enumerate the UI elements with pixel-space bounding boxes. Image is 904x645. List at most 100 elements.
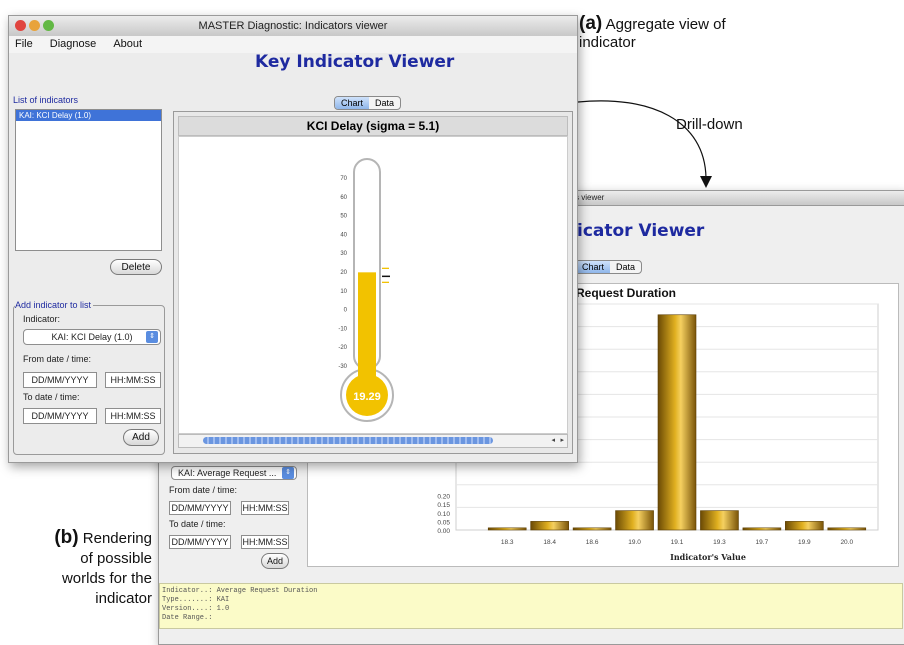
indicator-label: Indicator:: [23, 314, 61, 324]
add-button[interactable]: Add: [123, 429, 159, 446]
indicators-viewer-window: MASTER Diagnostic: Indicators viewer Fil…: [8, 15, 578, 463]
gauge-tick-label: 30: [340, 251, 347, 257]
info-line: Indicator..: Average Request Duration: [162, 587, 318, 595]
bar-chart-xlabel: Indicator's Value: [670, 552, 746, 562]
gauge-tick-label: 60: [340, 195, 347, 201]
bar: [487, 527, 527, 531]
y-tick-label: 0.00: [437, 528, 450, 535]
minimize-icon[interactable]: [29, 20, 40, 31]
tab-data[interactable]: Data: [369, 97, 400, 109]
from-label: From date / time:: [23, 354, 92, 364]
annotation-a-text-1: Aggregate view of: [605, 16, 726, 33]
annotation-a: (a) Aggregate view of indicator: [579, 13, 726, 52]
select-arrows-icon: ⇕: [282, 467, 294, 479]
annotation-b-text-4: indicator: [95, 590, 152, 607]
x-tick-label: 19.1: [671, 539, 684, 546]
y-tick-label: 0.10: [437, 511, 450, 518]
gauge-value-label: 19.29: [353, 391, 381, 403]
x-tick-label: 19.7: [756, 539, 769, 546]
list-title: List of indicators: [13, 95, 79, 105]
info-line: Type.......: KAI: [162, 596, 230, 604]
to-label: To date / time:: [23, 392, 80, 402]
menu-about[interactable]: About: [113, 38, 142, 50]
info-line: Version....: 1.0: [162, 605, 230, 613]
add-group-title: Add indicator to list: [15, 300, 94, 310]
close-icon[interactable]: [15, 20, 26, 31]
annotation-b: (b) Rendering of possible worlds for the…: [20, 528, 152, 609]
window-title: MASTER Diagnostic: Indicators viewer: [198, 20, 388, 32]
drilldown-add-button[interactable]: Add: [261, 553, 289, 569]
gauge-tick-label: -10: [338, 326, 347, 332]
bar: [572, 527, 612, 531]
scrollbar-thumb[interactable]: [203, 437, 493, 444]
info-line: Date Range.:: [162, 614, 213, 622]
x-tick-label: 19.9: [798, 539, 811, 546]
drilldown-from-date[interactable]: DD/MM/YYYY: [169, 501, 231, 515]
annotation-b-text-2: of possible: [80, 550, 152, 567]
view-tabs: Chart Data: [334, 96, 402, 110]
bar: [827, 527, 867, 531]
tab-chart[interactable]: Chart: [335, 97, 370, 109]
bar: [742, 527, 782, 531]
indicator-list[interactable]: KAI: KCI Delay (1.0): [15, 109, 162, 251]
drilldown-from-label: From date / time:: [169, 485, 238, 495]
from-time-input[interactable]: HH:MM:SS: [105, 372, 161, 388]
x-tick-label: 18.6: [586, 539, 599, 546]
drilldown-tabs: Chart Data: [575, 260, 643, 274]
drilldown-to-label: To date / time:: [169, 519, 226, 529]
drilldown-indicator-select[interactable]: KAI: Average Request ... ⇕: [171, 466, 297, 480]
chart-panel: KCI Delay (sigma = 5.1) 70 60 50 40 30 20 10 0 -…: [173, 111, 573, 454]
horizontal-scrollbar[interactable]: ◂ ▸: [178, 434, 568, 448]
bar: [785, 521, 824, 531]
annotation-a-text-2: indicator: [579, 34, 636, 51]
annotation-b-text-3: worlds for the: [61, 570, 152, 587]
chart-title-bar: KCI Delay (sigma = 5.1): [178, 116, 568, 136]
annotation-b-text-1: Rendering: [82, 530, 152, 547]
drilldown-tab-chart[interactable]: Chart: [576, 261, 611, 273]
bar: [657, 314, 697, 531]
x-tick-label: 18.4: [543, 539, 556, 546]
drilldown-tab-data[interactable]: Data: [610, 261, 641, 273]
indicator-select[interactable]: KAI: KCI Delay (1.0) ⇕: [23, 329, 161, 345]
thermometer-fill: [358, 272, 376, 387]
zoom-icon[interactable]: [43, 20, 54, 31]
drilldown-to-time[interactable]: HH:MM:SS: [241, 535, 289, 549]
bar: [530, 521, 569, 531]
gauge-tick-label: 70: [340, 176, 347, 182]
gauge-tick-label: 0: [344, 308, 348, 314]
scroll-left-arrow-icon[interactable]: ◂: [551, 435, 555, 446]
bar-chart-title: Request Duration: [576, 286, 676, 300]
x-tick-label: 20.0: [840, 539, 853, 546]
menubar: File Diagnose About: [9, 36, 577, 53]
indicator-select-value: KAI: KCI Delay (1.0): [51, 332, 133, 342]
y-tick-label: 0.20: [437, 494, 450, 501]
select-arrows-icon: ⇕: [146, 331, 158, 343]
drilldown-heading: icator Viewer: [577, 221, 705, 241]
bar: [700, 510, 739, 531]
gauge-tick-label: 40: [340, 232, 347, 238]
chart-title: KCI Delay (sigma = 5.1): [306, 119, 440, 133]
drilldown-to-date[interactable]: DD/MM/YYYY: [169, 535, 231, 549]
drilldown-indicator-value: KAI: Average Request ...: [178, 468, 277, 478]
to-time-input[interactable]: HH:MM:SS: [105, 408, 161, 424]
x-tick-label: 18.3: [501, 539, 514, 546]
scroll-right-arrow-icon[interactable]: ▸: [560, 435, 564, 446]
y-tick-label: 0.15: [437, 502, 450, 509]
from-date-input[interactable]: DD/MM/YYYY: [23, 372, 97, 388]
drilldown-window-title: s viewer: [575, 193, 605, 202]
to-date-input[interactable]: DD/MM/YYYY: [23, 408, 97, 424]
menu-file[interactable]: File: [15, 38, 33, 50]
gauge-tick-label: 50: [340, 214, 347, 220]
drilldown-from-time[interactable]: HH:MM:SS: [241, 501, 289, 515]
annotation-b-letter: (b): [54, 527, 79, 548]
annotation-a-letter: (a): [579, 13, 603, 34]
annotation-drilldown: Drill-down: [676, 116, 743, 133]
menu-diagnose[interactable]: Diagnose: [50, 38, 96, 50]
page-title: Key Indicator Viewer: [255, 52, 455, 72]
x-tick-label: 19.3: [713, 539, 726, 546]
list-item[interactable]: KAI: KCI Delay (1.0): [16, 110, 161, 121]
gauge-tick-label: -30: [338, 364, 347, 370]
bar: [615, 510, 654, 531]
titlebar: MASTER Diagnostic: Indicators viewer: [9, 16, 577, 37]
delete-button[interactable]: Delete: [110, 259, 162, 275]
